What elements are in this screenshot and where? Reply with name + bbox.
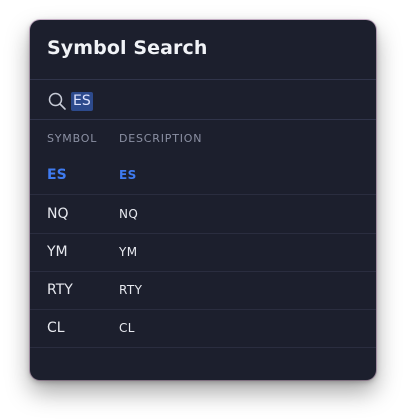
search-bar[interactable]: ES [47, 90, 93, 112]
row-description: CL [119, 321, 135, 335]
dialog-title: Symbol Search [47, 37, 208, 59]
row-description: YM [119, 245, 138, 259]
table-row[interactable]: CL CL [30, 309, 376, 348]
row-symbol: NQ [47, 206, 69, 222]
row-description: RTY [119, 283, 143, 297]
title-divider [30, 79, 376, 80]
row-symbol: CL [47, 320, 65, 336]
row-description: ES [119, 168, 137, 182]
row-description: NQ [119, 207, 139, 221]
symbol-search-dialog: Symbol Search ES SYMBOL DESCRIPTION ES E… [30, 20, 376, 380]
column-header-symbol: SYMBOL [47, 132, 98, 145]
search-input[interactable]: ES [71, 91, 93, 111]
table-row[interactable]: YM YM [30, 233, 376, 272]
column-header-description: DESCRIPTION [119, 132, 203, 145]
table-row[interactable]: RTY RTY [30, 271, 376, 310]
search-divider [30, 119, 376, 120]
row-symbol: YM [47, 244, 68, 260]
row-symbol: ES [47, 167, 67, 183]
row-symbol: RTY [47, 282, 73, 298]
table-row[interactable]: NQ NQ [30, 195, 376, 234]
search-icon [47, 91, 67, 111]
table-row[interactable]: ES ES [30, 156, 376, 195]
